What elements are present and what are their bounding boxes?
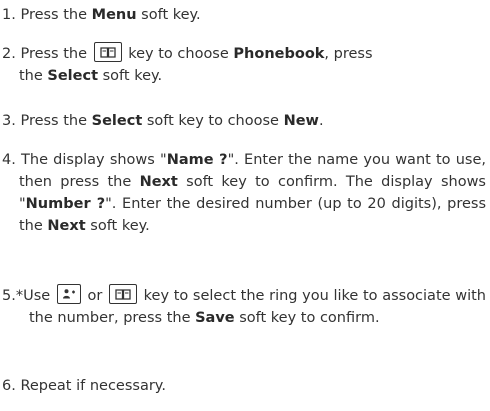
name-prompt-label: Name ? — [166, 152, 228, 168]
step-1-number: 1. — [2, 7, 16, 23]
step-2-line-2: the Select soft key. — [19, 68, 163, 84]
step-2-line-1: 2. Press the key to choose Phonebook, pr… — [2, 42, 486, 65]
step-4-number: 4. — [2, 152, 16, 168]
step-5-text: 5.*Use or key to select the ring you lik… — [2, 284, 486, 329]
phonebook-label: Phonebook — [233, 46, 325, 62]
phonebook-key-icon — [93, 42, 122, 62]
step-3-number: 3. — [2, 113, 16, 129]
select-softkey-label: Select — [47, 68, 99, 84]
contacts-key-icon — [56, 284, 81, 304]
number-prompt-label: Number ? — [25, 196, 106, 212]
next-softkey-label: Next — [47, 218, 86, 234]
select-softkey-label: Select — [91, 113, 143, 129]
step-2-number: 2. — [2, 46, 16, 62]
step-4: 4. The display shows "Name ?". Enter the… — [2, 149, 486, 237]
step-5-number: 5.* — [2, 288, 24, 304]
step-1-text: 1. Press the Menu soft key. — [2, 7, 201, 23]
step-1: 1. Press the Menu soft key. — [2, 4, 486, 26]
save-softkey-label: Save — [195, 310, 235, 326]
phonebook-key-icon — [109, 284, 137, 304]
step-3: 3. Press the Select soft key to choose N… — [2, 110, 486, 132]
step-4-text: 4. The display shows "Name ?". Enter the… — [2, 152, 487, 234]
step-6-text: 6. Repeat if necessary. — [2, 378, 166, 394]
menu-softkey-label: Menu — [91, 7, 137, 23]
step-6: 6. Repeat if necessary. — [2, 375, 486, 397]
step-6-number: 6. — [2, 378, 16, 394]
step-2: 2. Press the key to choose Phonebook, pr… — [2, 42, 486, 87]
step-5: 5.*Use or key to select the ring you lik… — [2, 284, 486, 329]
step-3-text: 3. Press the Select soft key to choose N… — [2, 113, 324, 129]
next-softkey-label: Next — [139, 174, 178, 190]
new-option-label: New — [283, 113, 319, 129]
